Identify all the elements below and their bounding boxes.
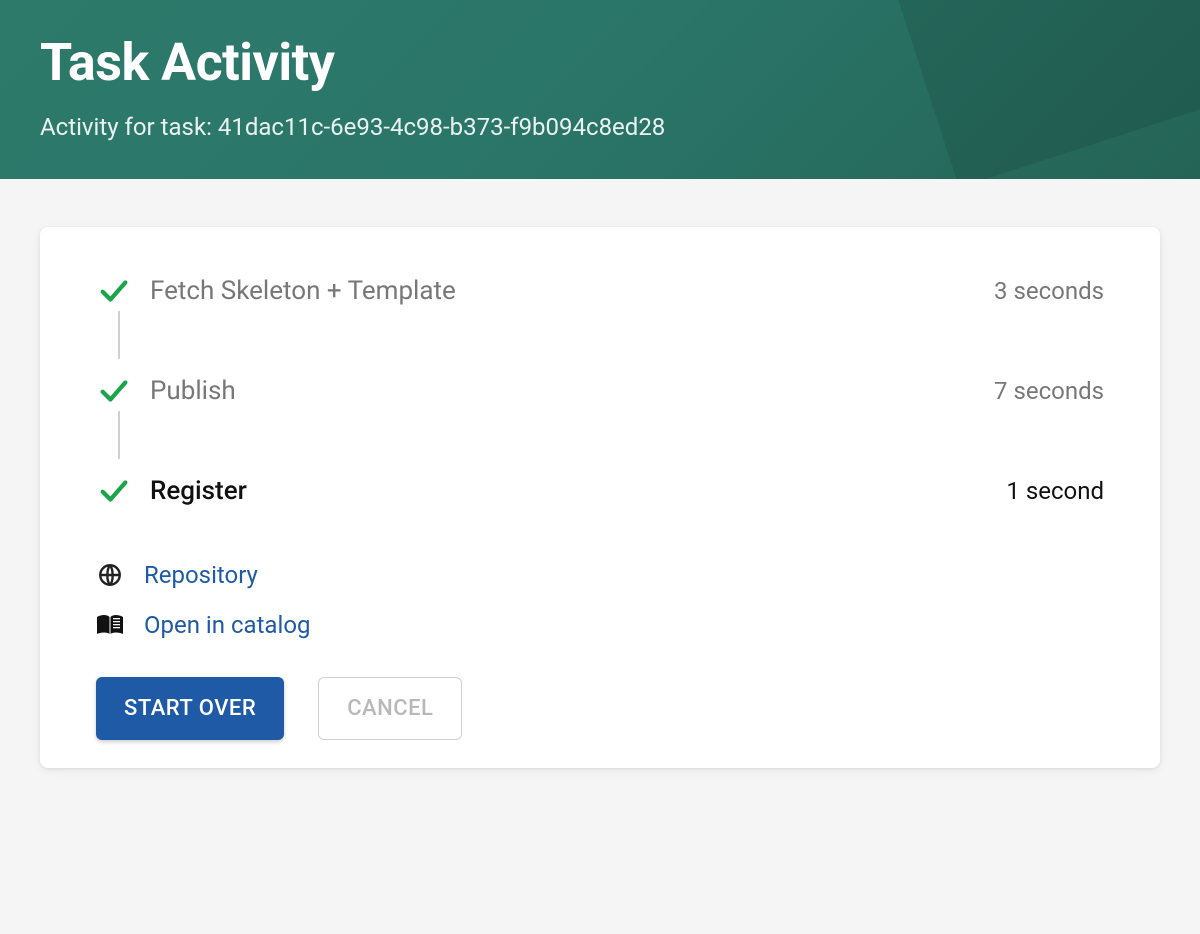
open-in-catalog-link[interactable]: Open in catalog	[144, 611, 311, 639]
step-list: Fetch Skeleton + Template 3 seconds Publ…	[96, 273, 1104, 549]
step-duration: 3 seconds	[994, 273, 1104, 309]
page-subtitle: Activity for task: 41dac11c-6e93-4c98-b3…	[40, 113, 1160, 141]
step-label: Fetch Skeleton + Template	[150, 273, 994, 309]
repository-link-row: Repository	[96, 561, 1104, 589]
page-title: Task Activity	[40, 32, 1160, 93]
check-icon	[96, 273, 132, 309]
check-icon	[96, 473, 132, 509]
action-bar: START OVER CANCEL	[96, 677, 1104, 740]
activity-card: Fetch Skeleton + Template 3 seconds Publ…	[40, 227, 1160, 768]
catalog-link-row: Open in catalog	[96, 611, 1104, 639]
link-list: Repository Open in catalog	[96, 561, 1104, 639]
step-duration: 1 second	[1006, 473, 1104, 509]
step-duration: 7 seconds	[994, 373, 1104, 409]
step-connector	[118, 311, 120, 359]
book-icon	[96, 611, 124, 639]
step-connector	[118, 411, 120, 459]
start-over-button[interactable]: START OVER	[96, 677, 284, 740]
repository-link[interactable]: Repository	[144, 561, 258, 589]
page-header: Task Activity Activity for task: 41dac11…	[0, 0, 1200, 179]
cancel-button[interactable]: CANCEL	[318, 677, 462, 740]
check-icon	[96, 373, 132, 409]
step-row: Publish 7 seconds	[96, 373, 1104, 473]
step-row: Fetch Skeleton + Template 3 seconds	[96, 273, 1104, 373]
step-row: Register 1 second	[96, 473, 1104, 549]
step-label: Publish	[150, 373, 994, 409]
step-label: Register	[150, 473, 1006, 509]
globe-icon	[96, 561, 124, 589]
